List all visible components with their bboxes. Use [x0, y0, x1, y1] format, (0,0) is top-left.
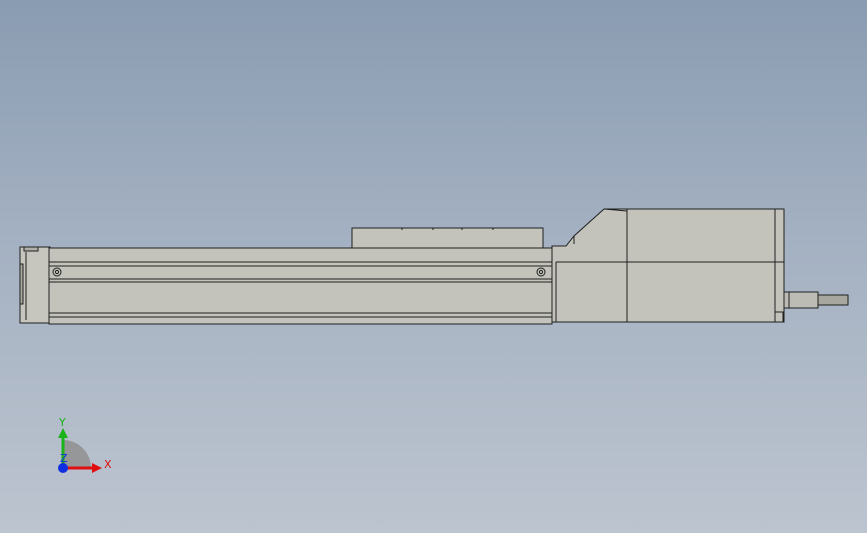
- slider-carriage: [351, 227, 544, 249]
- triad-z-label: Z: [60, 452, 68, 465]
- motor-housing: [551, 208, 785, 323]
- left-end-cap: [19, 246, 51, 324]
- triad-y-label: Y: [58, 416, 66, 429]
- screw-right: [536, 267, 546, 277]
- screw-left: [52, 267, 62, 277]
- triad-x-label: X: [104, 458, 112, 471]
- rail-body: [48, 247, 553, 325]
- orientation-triad: Y X Z: [58, 416, 112, 473]
- actuator-model[interactable]: [19, 208, 849, 325]
- graphics-viewport[interactable]: Y X Z: [0, 0, 867, 533]
- cable-connector: [783, 291, 849, 309]
- model-view[interactable]: Y X Z: [0, 0, 867, 533]
